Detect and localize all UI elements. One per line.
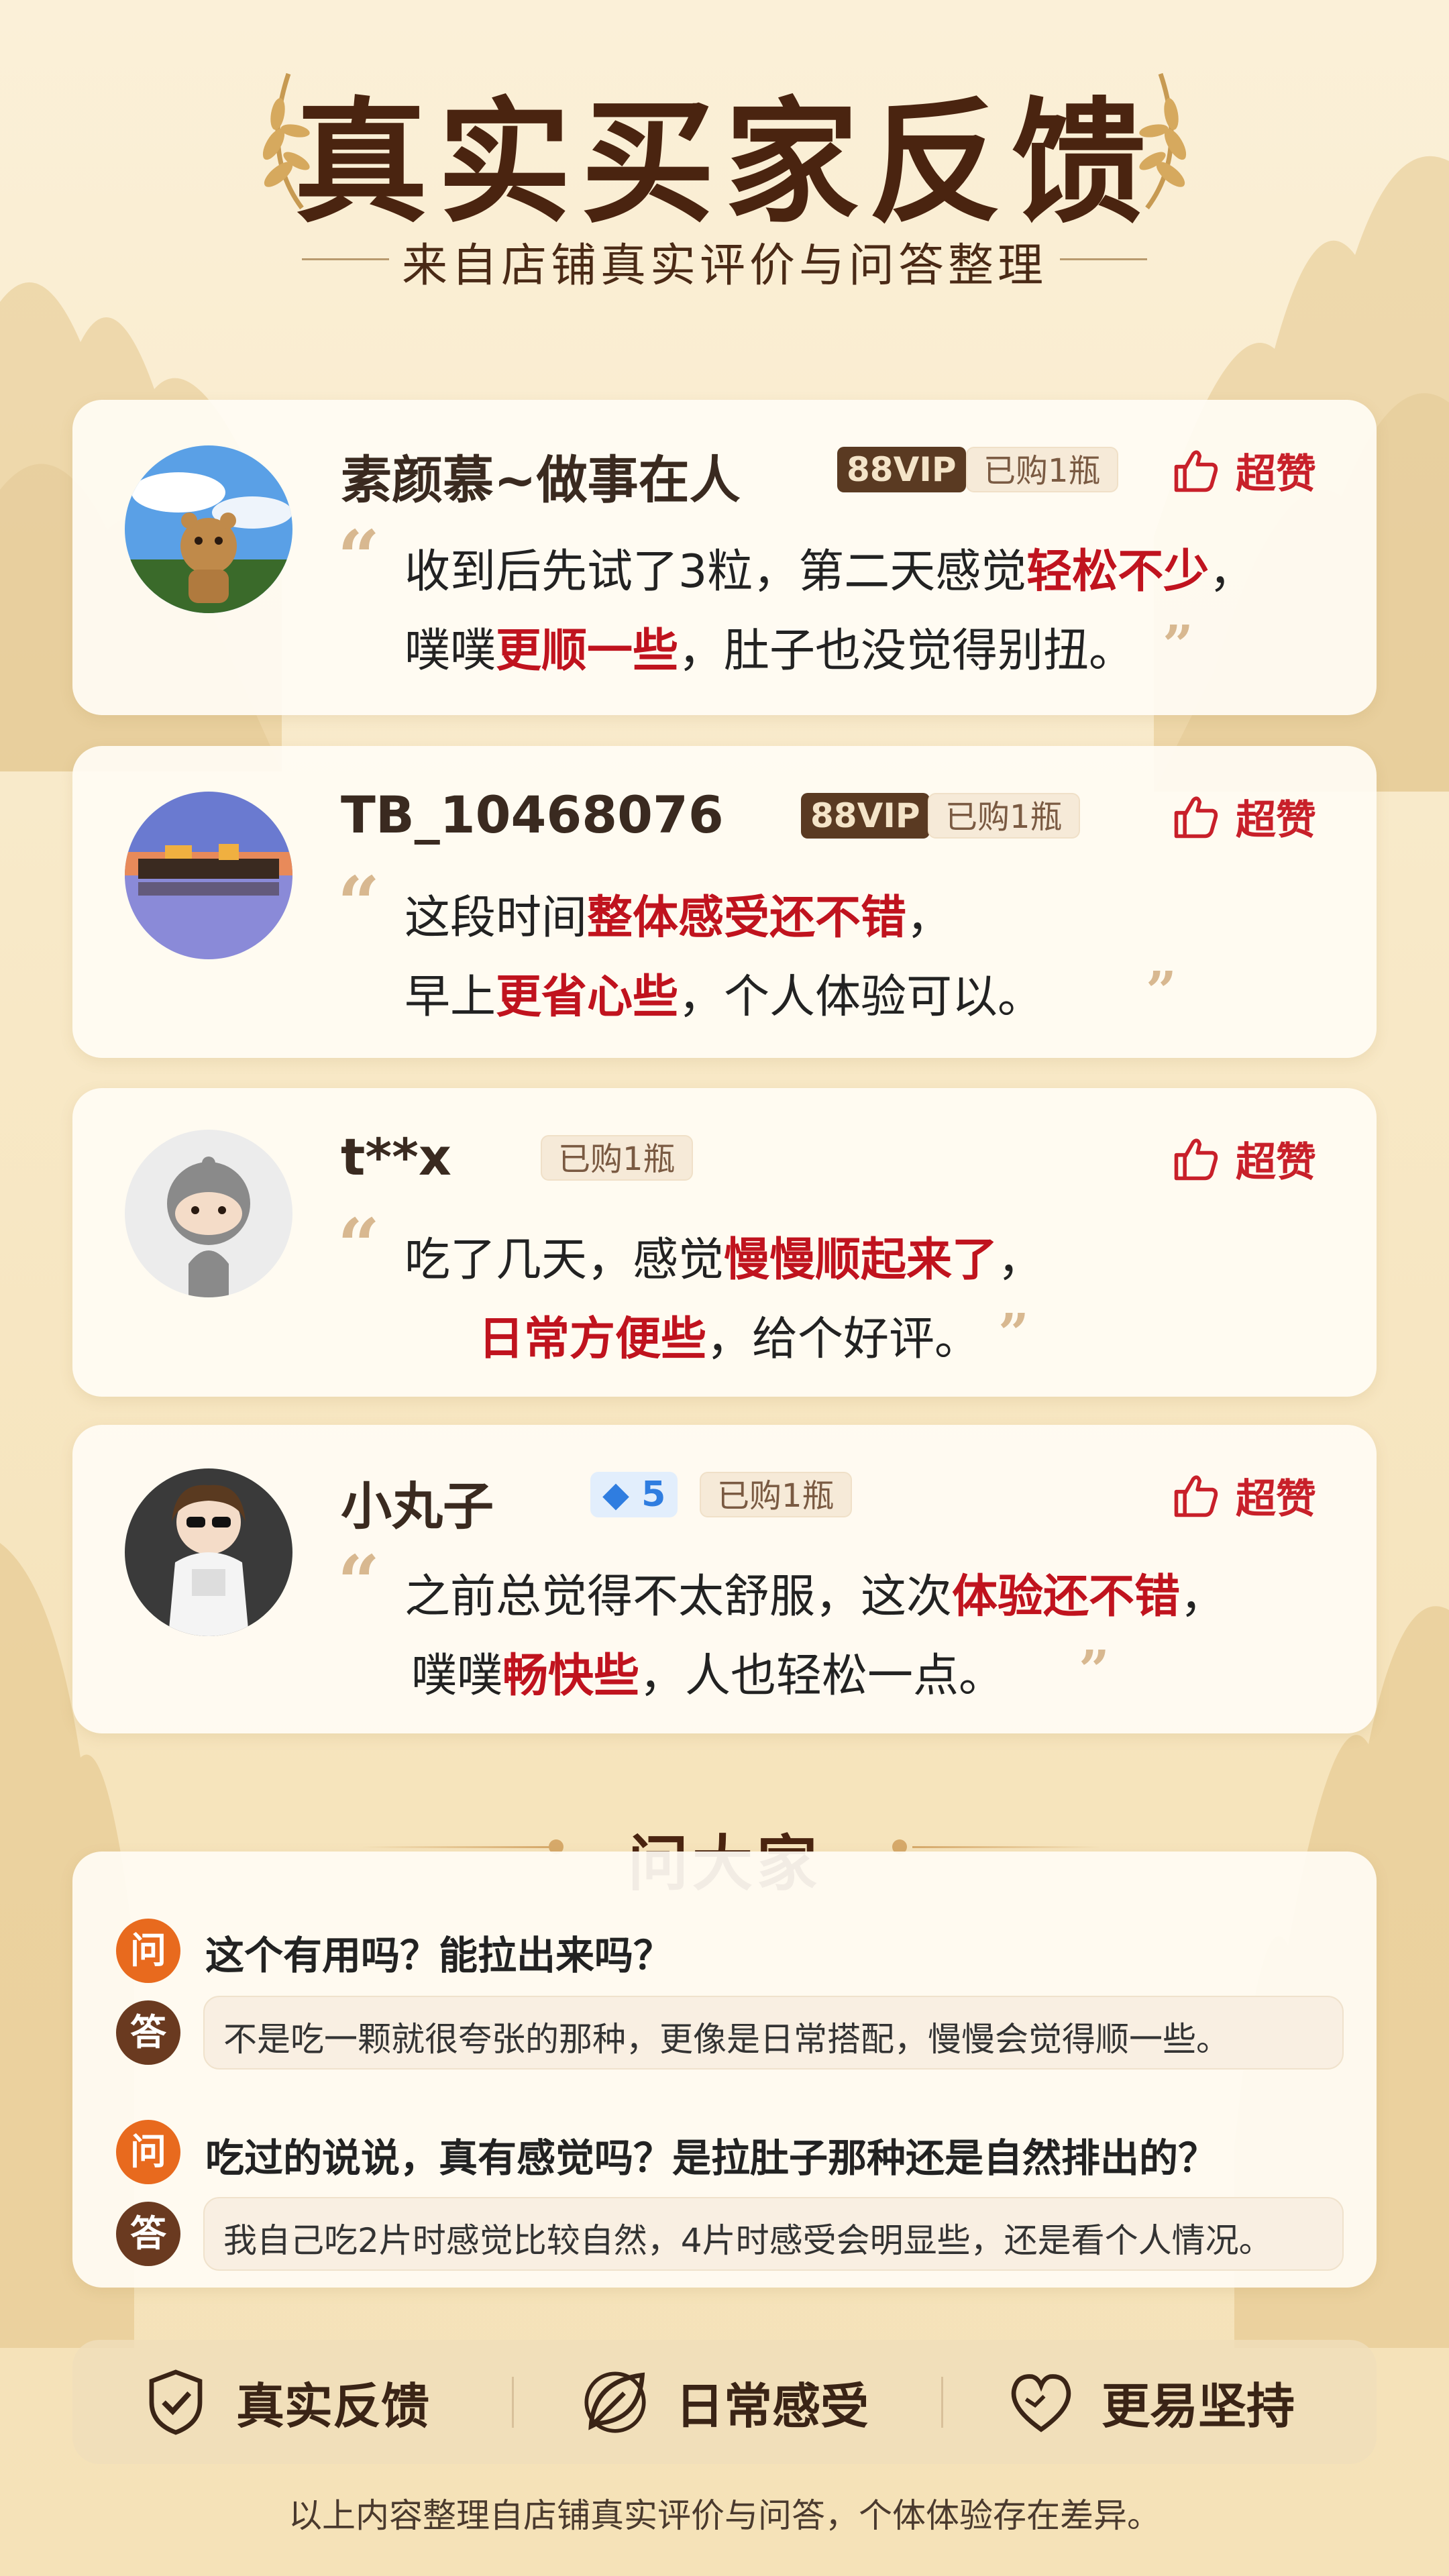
like-label: 超赞 (1236, 797, 1316, 844)
review-text-line: 早上更省心些，个人体验可以。 (405, 971, 1044, 1024)
username: TB_10468076 (341, 785, 724, 845)
diamond-icon: ◆ (602, 1474, 629, 1515)
divider-line-right (912, 1846, 1100, 1848)
thumbs-up-icon (1174, 1138, 1218, 1180)
question-text[interactable]: 吃过的说说，真有感觉吗？是拉肚子那种还是自然排出的？ (205, 2127, 1217, 2183)
like-button[interactable]: 超赞 (1170, 441, 1316, 500)
feature-divider (512, 2377, 514, 2428)
feature-label: 日常感受 (676, 2378, 869, 2434)
username: t**x (341, 1127, 451, 1187)
feature-bar: 真实反馈 日常感受 更易坚持 (72, 2340, 1377, 2464)
answer-badge: 答 (116, 2202, 180, 2266)
close-quote-icon: ” (1146, 959, 1177, 1022)
review-card: t**x 已购1瓶 超赞 “ 吃了几天，感觉慢慢顺起来了， 日常方便些，给个好评… (72, 1088, 1377, 1397)
purchase-badge: 已购1瓶 (928, 793, 1080, 839)
thumbs-up-icon (1174, 796, 1218, 838)
question-badge: 问 (116, 2120, 180, 2184)
username: 小丸子 (341, 1477, 494, 1536)
like-button[interactable]: 超赞 (1170, 1466, 1316, 1525)
header: 真实买家反馈 来自店铺真实评价与问答整理 (0, 0, 1449, 376)
question-badge: 问 (116, 1919, 180, 1983)
purchase-badge: 已购1瓶 (966, 447, 1118, 492)
purchase-badge: 已购1瓶 (700, 1472, 852, 1517)
review-text-line: 收到后先试了3粒，第二天感觉轻松不少， (405, 545, 1255, 598)
review-card: 素颜慕~做事在人 88VIP 已购1瓶 超赞 “ 收到后先试了3粒，第二天感觉轻… (72, 400, 1377, 715)
footer-disclaimer: 以上内容整理自店铺真实评价与问答，个体体验存在差异。 (288, 2496, 1161, 2535)
member-level-badge: ◆ 5 (590, 1472, 678, 1517)
leaf-icon (584, 2371, 646, 2433)
review-card: 小丸子 ◆ 5 已购1瓶 超赞 “ 之前总觉得不太舒服，这次体验还不错， 噗噗畅… (72, 1425, 1377, 1733)
avatar[interactable] (125, 792, 292, 959)
like-button[interactable]: 超赞 (1170, 788, 1316, 846)
like-label: 超赞 (1236, 1476, 1316, 1523)
feature-item: 真实反馈 (140, 2340, 429, 2464)
avatar[interactable] (125, 1130, 292, 1297)
qa-card: 问 这个有用吗？能拉出来吗？ 答 不是吃一颗就很夸张的那种，更像是日常搭配，慢慢… (72, 1851, 1377, 2288)
review-text-line: 噗噗畅快些，人也轻松一点。 (411, 1650, 1005, 1703)
vip-badge: 88VIP (801, 793, 930, 839)
close-quote-icon: ” (998, 1301, 1030, 1364)
feature-item: 更易坚持 (1005, 2340, 1295, 2464)
open-quote-icon: “ (337, 860, 380, 947)
close-quote-icon: ” (1079, 1638, 1110, 1701)
avatar[interactable] (125, 1468, 292, 1636)
like-label: 超赞 (1236, 451, 1316, 498)
feature-label: 更易坚持 (1102, 2378, 1295, 2434)
review-text-line: 日常方便些，给个好评。 (478, 1313, 981, 1366)
review-text-line: 噗噗更顺一些，肚子也没觉得别扭。 (405, 625, 1135, 678)
answer-badge: 答 (116, 2000, 180, 2065)
open-quote-icon: “ (337, 1539, 380, 1625)
review-text-line: 这段时间整体感受还不错， (405, 892, 953, 945)
page-subtitle: 来自店铺真实评价与问答整理 (401, 239, 1047, 292)
close-quote-icon: ” (1163, 613, 1194, 676)
feature-item: 日常感受 (579, 2340, 869, 2464)
feature-divider (941, 2377, 943, 2428)
question-text[interactable]: 这个有用吗？能拉出来吗？ (205, 1924, 672, 1980)
avatar[interactable] (125, 445, 292, 613)
review-text-line: 之前总觉得不太舒服，这次体验还不错， (405, 1570, 1226, 1623)
open-quote-icon: “ (337, 1202, 380, 1289)
answer-text: 我自己吃2片时感觉比较自然，4片时感受会明显些，还是看个人情况。 (223, 2221, 1273, 2260)
subtitle-line-right (1060, 258, 1147, 260)
thumbs-up-icon (1174, 1474, 1218, 1517)
thumbs-up-icon (1174, 449, 1218, 492)
open-quote-icon: “ (337, 514, 380, 600)
review-text-line: 吃了几天，感觉慢慢顺起来了， (405, 1234, 1044, 1287)
review-card: TB_10468076 88VIP 已购1瓶 超赞 “ 这段时间整体感受还不错，… (72, 746, 1377, 1058)
purchase-badge: 已购1瓶 (541, 1135, 693, 1181)
feature-label: 真实反馈 (236, 2378, 430, 2434)
page-title: 真实买家反馈 (293, 84, 1155, 241)
shield-check-icon (149, 2369, 203, 2435)
vip-badge: 88VIP (837, 447, 966, 492)
answer-text: 不是吃一颗就很夸张的那种，更像是日常搭配，慢慢会觉得顺一些。 (223, 2020, 1230, 2059)
heart-icon (1011, 2373, 1071, 2432)
like-button[interactable]: 超赞 (1170, 1130, 1316, 1188)
username: 素颜慕~做事在人 (341, 450, 741, 510)
like-label: 超赞 (1236, 1139, 1316, 1186)
